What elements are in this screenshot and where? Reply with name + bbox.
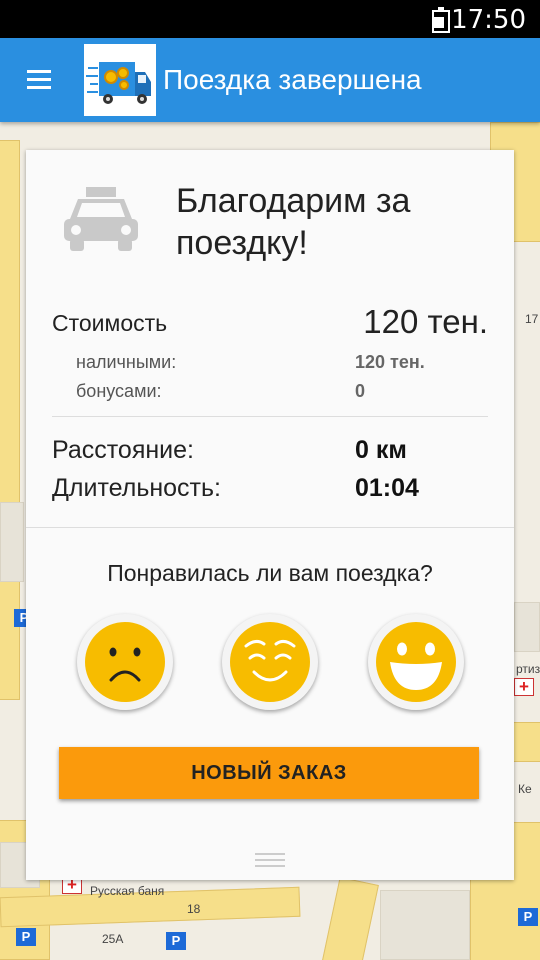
battery-icon — [432, 7, 450, 33]
thanks-heading: Благодарим за поездку! — [176, 182, 411, 262]
hamburger-icon[interactable] — [24, 68, 56, 92]
distance-label: Расстояние: — [52, 436, 194, 464]
map-label-banya: Русская баня — [90, 884, 165, 898]
map-label-17: 17 — [525, 312, 539, 326]
parking-icon: P — [16, 928, 36, 946]
map-label-ke: Ке — [518, 782, 532, 796]
parking-icon: P — [166, 932, 186, 950]
drag-handle-icon[interactable] — [255, 853, 285, 873]
map-road — [321, 876, 379, 960]
status-bar: 17:50 — [0, 0, 540, 38]
map-label-rtiz: ртиз — [516, 662, 540, 676]
bonus-value: 0 — [355, 381, 366, 401]
divider — [26, 527, 514, 528]
cash-value: 120 тен. — [355, 352, 425, 372]
new-order-button[interactable]: НОВЫЙ ЗАКАЗ — [59, 747, 479, 799]
divider — [52, 416, 488, 417]
cost-value: 120 тен. — [363, 303, 488, 340]
sad-face-button[interactable] — [77, 614, 173, 710]
duration-value: 01:04 — [355, 474, 419, 502]
grinning-face-button[interactable] — [368, 614, 464, 710]
map-block — [0, 502, 24, 582]
smiling-face-icon — [230, 622, 310, 702]
parking-icon: P — [518, 908, 538, 926]
smiling-face-button[interactable] — [222, 614, 318, 710]
map-label-25a: 25А — [102, 932, 124, 946]
app-bar: Поездка завершена — [0, 38, 540, 122]
sad-face-icon — [85, 622, 165, 702]
hospital-icon: + — [514, 678, 534, 696]
cash-label: наличными: — [76, 352, 177, 372]
grinning-face-icon — [376, 622, 456, 702]
distance-value: 0 км — [355, 436, 407, 464]
map-label-18: 18 — [187, 902, 201, 916]
duration-label: Длительность: — [52, 474, 221, 502]
delivery-truck-logo — [84, 44, 156, 116]
page-title: Поездка завершена — [163, 64, 422, 95]
cost-label: Стоимость — [52, 310, 168, 336]
map-block — [380, 890, 470, 960]
trip-summary-card: Благодарим за поездку! Стоимость 120 тен… — [26, 150, 514, 880]
bonus-label: бонусами: — [76, 381, 162, 401]
map-block — [514, 602, 540, 652]
taxi-icon — [62, 185, 140, 253]
status-time: 17:50 — [451, 5, 526, 35]
rating-question: Понравилась ли вам поездка? — [107, 560, 433, 586]
